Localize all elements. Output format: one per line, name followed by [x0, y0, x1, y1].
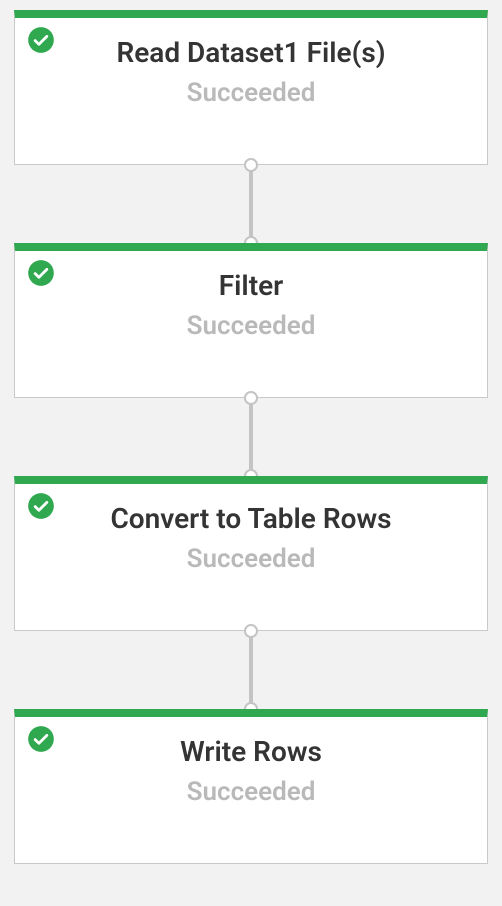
pipeline-node-write-rows[interactable]: Write Rows Succeeded [14, 709, 488, 864]
pipeline-canvas: Read Dataset1 File(s) Succeeded Filter S… [0, 0, 502, 906]
node-status: Succeeded [187, 311, 316, 341]
connector [14, 398, 488, 476]
output-port[interactable] [244, 158, 258, 172]
node-status: Succeeded [187, 78, 316, 108]
node-title: Read Dataset1 File(s) [116, 36, 385, 70]
pipeline-node-filter[interactable]: Filter Succeeded [14, 243, 488, 398]
check-circle-icon [27, 259, 55, 287]
pipeline-node-convert-to-table-rows[interactable]: Convert to Table Rows Succeeded [14, 476, 488, 631]
check-circle-icon [27, 492, 55, 520]
connector-line [249, 631, 253, 709]
connector-line [249, 165, 253, 243]
node-status: Succeeded [187, 544, 316, 574]
node-status: Succeeded [187, 777, 316, 807]
output-port[interactable] [244, 624, 258, 638]
check-circle-icon [27, 26, 55, 54]
node-title: Convert to Table Rows [110, 502, 391, 536]
node-title: Write Rows [180, 735, 322, 769]
connector [14, 631, 488, 709]
node-title: Filter [219, 269, 284, 303]
connector [14, 165, 488, 243]
pipeline-node-read-dataset1-files[interactable]: Read Dataset1 File(s) Succeeded [14, 10, 488, 165]
output-port[interactable] [244, 391, 258, 405]
connector-line [249, 398, 253, 476]
check-circle-icon [27, 725, 55, 753]
